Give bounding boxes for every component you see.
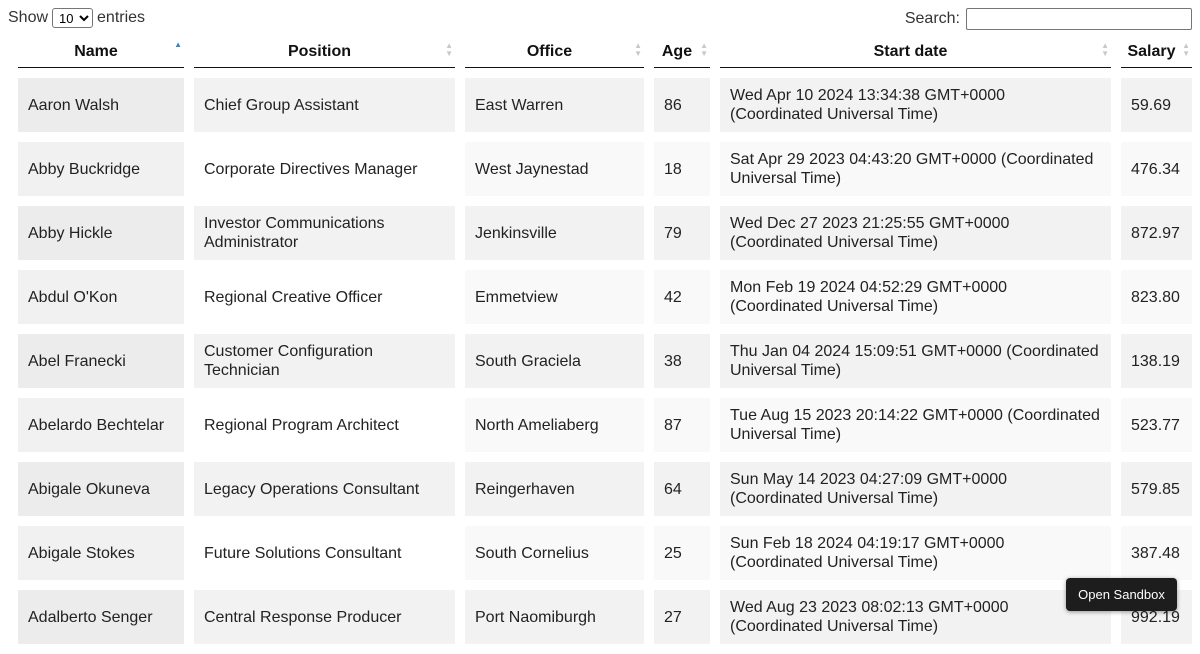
column-header-label: Salary [1127,42,1176,60]
column-header-position[interactable]: Position ▲ ▼ [194,36,455,68]
cell-age: 79 [654,206,710,260]
cell-name: Abel Franecki [18,334,184,388]
cell-salary: 138.19 [1121,334,1192,388]
cell-age: 86 [654,78,710,132]
cell-salary: 823.80 [1121,270,1192,324]
cell-position: Future Solutions Consultant [194,526,455,580]
cell-name: Aaron Walsh [18,78,184,132]
cell-age: 18 [654,142,710,196]
sort-both-icon: ▲ ▼ [1101,41,1109,58]
column-header-age[interactable]: Age ▲ ▼ [654,36,710,68]
data-table: Name ▲ Position ▲ ▼ Office ▲ ▼ Age ▲ ▼ Start date ▲ ▼… [8,26,1200,654]
cell-position: Regional Creative Officer [194,270,455,324]
cell-position: Chief Group Assistant [194,78,455,132]
cell-name: Abdul O'Kon [18,270,184,324]
cell-name: Adalberto Senger [18,590,184,644]
cell-name: Abby Buckridge [18,142,184,196]
cell-position: Central Response Producer [194,590,455,644]
cell-position: Corporate Directives Manager [194,142,455,196]
column-header-salary[interactable]: Salary ▲ ▼ [1121,36,1192,68]
cell-salary: 579.85 [1121,462,1192,516]
table-row: Abigale Stokes Future Solutions Consultan… [18,526,1192,580]
cell-age: 25 [654,526,710,580]
cell-start-date: Wed Apr 10 2024 13:34:38 GMT+0000 (Coord… [720,78,1111,132]
cell-start-date: Wed Dec 27 2023 21:25:55 GMT+0000 (Coord… [720,206,1111,260]
cell-position: Regional Program Architect [194,398,455,452]
entries-label: entries [97,9,146,26]
cell-office: South Cornelius [465,526,644,580]
table-row: Abigale Okuneva Legacy Operations Consult… [18,462,1192,516]
column-header-name[interactable]: Name ▲ [18,36,184,68]
column-header-label: Age [661,42,693,60]
cell-office: Port Naomiburgh [465,590,644,644]
show-label: Show [8,9,49,26]
column-header-label: Position [287,42,352,60]
cell-age: 87 [654,398,710,452]
cell-office: Reingerhaven [465,462,644,516]
cell-start-date: Mon Feb 19 2024 04:52:29 GMT+0000 (Coord… [720,270,1111,324]
column-header-start-date[interactable]: Start date ▲ ▼ [720,36,1111,68]
cell-start-date: Wed Aug 23 2023 08:02:13 GMT+0000 (Coord… [720,590,1111,644]
entries-select[interactable]: 10 [52,8,94,28]
cell-salary: 476.34 [1121,142,1192,196]
sort-ascending-icon: ▲ [174,40,182,49]
cell-position: Legacy Operations Consultant [194,462,455,516]
sort-both-icon: ▲ ▼ [445,41,453,58]
table-row: Abelardo Bechtelar Regional Program Archi… [18,398,1192,452]
cell-office: North Ameliaberg [465,398,644,452]
cell-start-date: Sat Apr 29 2023 04:43:20 GMT+0000 (Coord… [720,142,1111,196]
column-header-label: Name [74,42,118,60]
table-row: Abel Franecki Customer Configuration Tech… [18,334,1192,388]
cell-name: Abigale Stokes [18,526,184,580]
cell-office: East Warren [465,78,644,132]
sort-both-icon: ▲ ▼ [700,41,708,58]
table-row: Abby Buckridge Corporate Directives Manag… [18,142,1192,196]
table-body: Aaron Walsh Chief Group Assistant East War… [18,78,1192,644]
table-row: Aaron Walsh Chief Group Assistant East War… [18,78,1192,132]
table-row: Adalberto Senger Central Response Produce… [18,590,1192,644]
cell-start-date: Tue Aug 15 2023 20:14:22 GMT+0000 (Coord… [720,398,1111,452]
entries-length-control: Show 10 entries [8,8,145,28]
cell-start-date: Thu Jan 04 2024 15:09:51 GMT+0000 (Coord… [720,334,1111,388]
cell-position: Customer Configuration Technician [194,334,455,388]
cell-office: Jenkinsville [465,206,644,260]
cell-office: West Jaynestad [465,142,644,196]
cell-salary: 387.48 [1121,526,1192,580]
cell-age: 38 [654,334,710,388]
cell-office: Emmetview [465,270,644,324]
cell-position: Investor Communications Administrator [194,206,455,260]
cell-salary: 59.69 [1121,78,1192,132]
sort-both-icon: ▲ ▼ [1182,41,1190,58]
cell-age: 42 [654,270,710,324]
cell-age: 64 [654,462,710,516]
column-header-label: Start date [873,42,948,60]
cell-start-date: Sun Feb 18 2024 04:19:17 GMT+0000 (Coord… [720,526,1111,580]
cell-start-date: Sun May 14 2023 04:27:09 GMT+0000 (Coord… [720,462,1111,516]
cell-name: Abigale Okuneva [18,462,184,516]
open-sandbox-button[interactable]: Open Sandbox [1066,578,1177,611]
cell-salary: 523.77 [1121,398,1192,452]
header-row: Name ▲ Position ▲ ▼ Office ▲ ▼ Age ▲ ▼ Start date ▲ ▼… [18,36,1192,68]
table-row: Abby Hickle Investor Communications Admin… [18,206,1192,260]
cell-name: Abelardo Bechtelar [18,398,184,452]
cell-name: Abby Hickle [18,206,184,260]
cell-age: 27 [654,590,710,644]
cell-office: South Graciela [465,334,644,388]
table-row: Abdul O'Kon Regional Creative Officer Emme… [18,270,1192,324]
cell-salary: 872.97 [1121,206,1192,260]
column-header-office[interactable]: Office ▲ ▼ [465,36,644,68]
sort-both-icon: ▲ ▼ [634,41,642,58]
column-header-label: Office [526,42,573,60]
